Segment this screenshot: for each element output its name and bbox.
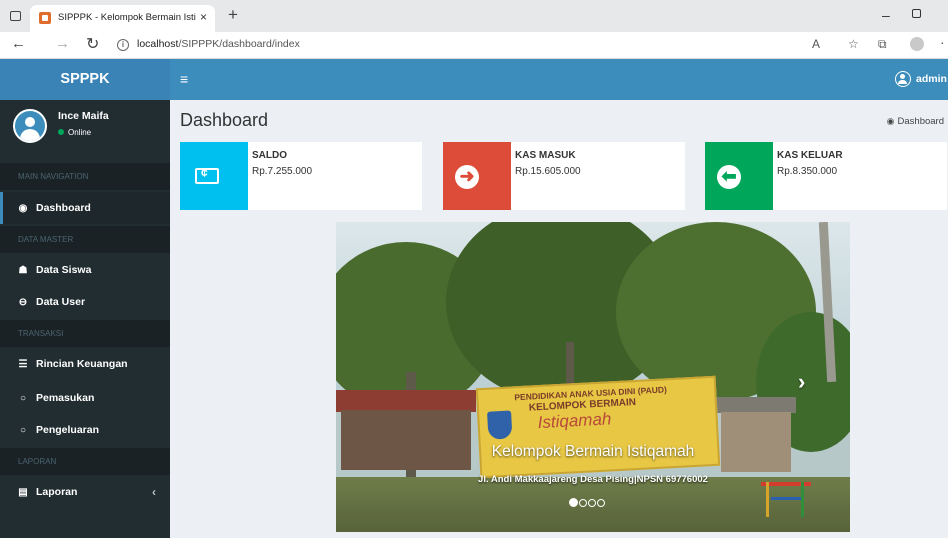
sidebar-item-label: Data Siswa [36, 264, 92, 276]
playground-bar [766, 482, 769, 517]
minimize-icon[interactable]: – [882, 7, 890, 23]
list-icon: ☰ [18, 359, 28, 370]
arrow-left-circle-icon: ⬅ [717, 165, 741, 189]
page-title: Dashboard [180, 110, 269, 130]
carousel-indicator[interactable] [579, 499, 587, 507]
dashboard-icon: ◉ [886, 116, 895, 126]
browser-tabbar: SIPPPK - Kelompok Bermain Isti × + – [0, 0, 948, 32]
sidebar-header-main: MAIN NAVIGATION [0, 163, 170, 190]
sidebar-item-rincian-keuangan[interactable]: ☰ Rincian Keuangan [0, 348, 170, 380]
profile-icon[interactable] [910, 37, 924, 51]
info-box-value: Rp.7.255.000 [252, 166, 313, 177]
photo-house [341, 410, 471, 470]
more-icon[interactable]: · [940, 34, 945, 50]
carousel-next-icon[interactable]: › [798, 369, 805, 395]
breadcrumb-item[interactable]: Dashboard [898, 116, 944, 127]
sidebar-item-pemasukan[interactable]: ○ Pemasukan [0, 382, 170, 414]
collections-icon[interactable]: ⧉ [878, 37, 887, 52]
favorite-icon[interactable]: ☆ [848, 37, 859, 51]
user-icon[interactable] [895, 71, 911, 87]
info-box-saldo: SALDO Rp.7.255.000 [180, 142, 422, 210]
info-box-label: SALDO [252, 150, 287, 161]
sidebar-item-label: Dashboard [36, 202, 91, 214]
carousel-caption-subtitle: Jl. Andi Makkaajareng Desa Pising|NPSN 6… [478, 474, 708, 485]
dashboard-icon: ◉ [18, 203, 28, 214]
playground-bar [771, 497, 801, 500]
sidebar-header-data-master: DATA MASTER [0, 226, 170, 253]
sidebar-item-label: Laporan [36, 486, 78, 498]
sidebar: Ince Maifa Online MAIN NAVIGATION ◉ Dashb… [0, 100, 170, 538]
carousel-indicator[interactable] [569, 498, 578, 507]
sidebar-item-label: Rincian Keuangan [36, 358, 128, 370]
users-icon: ☗ [18, 265, 28, 276]
info-box-kas-masuk: ➜ KAS MASUK Rp.15.605.000 [443, 142, 685, 210]
photo-house [721, 412, 791, 472]
online-dot-icon [58, 129, 64, 135]
site-info-icon[interactable]: i [117, 39, 129, 51]
sidebar-item-dashboard[interactable]: ◉ Dashboard [0, 192, 170, 224]
read-aloud-icon[interactable]: A [812, 37, 820, 51]
sidebar-item-data-user[interactable]: ⊖ Data User [0, 286, 170, 318]
school-logo-icon [487, 410, 513, 440]
forward-icon[interactable]: → [55, 35, 70, 52]
new-tab-button[interactable]: + [228, 5, 238, 25]
carousel-indicators [569, 496, 606, 510]
chevron-left-icon: ‹ [152, 485, 156, 499]
sidebar-item-label: Data User [36, 296, 86, 308]
status-label: Online [68, 128, 92, 137]
content-area: Dashboard ◉Dashboard SALDO Rp.7.255.000 … [170, 100, 948, 538]
tab-close-icon[interactable]: × [200, 10, 207, 24]
user-panel-name: Ince Maifa [58, 110, 109, 122]
image-carousel[interactable]: PENDIDIKAN ANAK USIA DINI (PAUD) KELOMPO… [336, 222, 850, 532]
app-logo[interactable]: SPPPK [0, 59, 170, 100]
url-host: localhost [137, 38, 179, 50]
arrow-left-circle-icon: ⬅ [705, 142, 773, 210]
sidebar-header-laporan: LAPORAN [0, 448, 170, 475]
sign-line-3: Istiqamah [537, 409, 612, 433]
info-box-value: Rp.15.605.000 [515, 166, 581, 177]
info-box-label: KAS MASUK [515, 150, 576, 161]
photo-roof [716, 397, 796, 413]
money-icon [195, 166, 219, 184]
money-icon [180, 142, 248, 210]
carousel-indicator[interactable] [597, 499, 605, 507]
arrow-right-circle-icon: ➜ [455, 165, 479, 189]
sidebar-item-laporan[interactable]: ▤ Laporan ‹ [0, 476, 170, 508]
breadcrumb: ◉ Dashboard [887, 116, 944, 127]
info-box-label: KAS KELUAR [777, 150, 843, 161]
tab-actions-icon[interactable] [10, 11, 21, 21]
file-icon: ▤ [18, 487, 28, 498]
playground-bar [801, 482, 804, 517]
browser-tab[interactable]: SIPPPK - Kelompok Bermain Isti × [30, 5, 215, 32]
sidebar-item-label: Pengeluaran [36, 424, 100, 436]
favicon-icon [39, 12, 51, 24]
url-path: /SIPPPK/dashboard/index [178, 38, 300, 50]
user-circle-icon: ⊖ [18, 297, 28, 308]
address-bar: ← → ↻ i localhost/SIPPPK/dashboard/index… [0, 32, 948, 59]
menu-toggle-icon[interactable]: ≡ [180, 71, 188, 87]
info-box-value: Rp.8.350.000 [777, 166, 838, 177]
circle-icon: ○ [19, 393, 27, 404]
sidebar-header-transaksi: TRANSAKSI [0, 320, 170, 347]
photo-roof [336, 390, 476, 412]
top-navbar: ≡ admin [170, 59, 948, 100]
back-icon[interactable]: ← [11, 35, 26, 52]
user-menu[interactable]: admin [916, 73, 947, 85]
sidebar-item-pengeluaran[interactable]: ○ Pengeluaran [0, 414, 170, 446]
carousel-caption-title: Kelompok Bermain Istiqamah [491, 443, 695, 460]
carousel-indicator[interactable] [588, 499, 596, 507]
user-panel-status: Online [58, 128, 91, 137]
info-box-kas-keluar: ⬅ KAS KELUAR Rp.8.350.000 [705, 142, 947, 210]
maximize-icon[interactable] [912, 9, 921, 18]
reload-icon[interactable]: ↻ [86, 34, 99, 54]
user-avatar [13, 109, 47, 143]
circle-icon: ○ [19, 425, 27, 436]
url-field[interactable]: localhost/SIPPPK/dashboard/index [137, 38, 300, 50]
school-signboard: PENDIDIKAN ANAK USIA DINI (PAUD) KELOMPO… [475, 375, 721, 479]
sidebar-item-label: Pemasukan [36, 392, 95, 404]
arrow-right-circle-icon: ➜ [443, 142, 511, 210]
tab-title: SIPPPK - Kelompok Bermain Isti [58, 12, 196, 23]
sidebar-item-data-siswa[interactable]: ☗ Data Siswa [0, 254, 170, 286]
